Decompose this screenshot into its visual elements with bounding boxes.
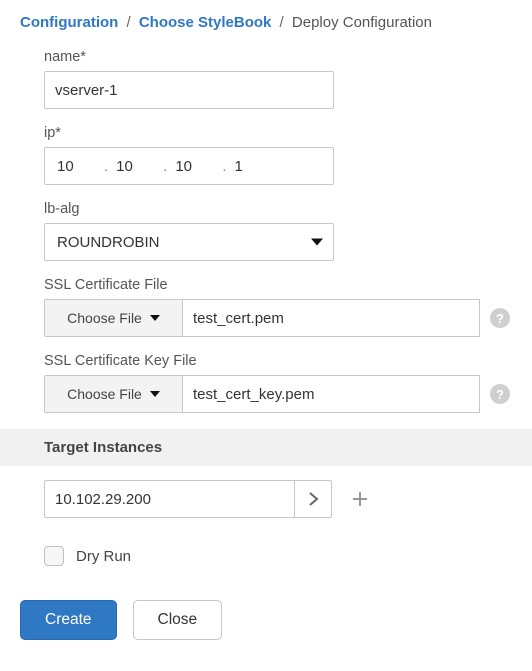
chevron-right-icon bbox=[308, 491, 319, 507]
target-instance-browse-button[interactable] bbox=[294, 480, 332, 518]
ip-label: ip* bbox=[44, 125, 512, 141]
lbalg-select[interactable]: ROUNDROBIN bbox=[44, 223, 334, 261]
target-instances-header: Target Instances bbox=[0, 429, 532, 466]
choose-file-label: Choose File bbox=[67, 310, 142, 326]
breadcrumb-choose-stylebook[interactable]: Choose StyleBook bbox=[139, 14, 272, 31]
name-input[interactable] bbox=[44, 71, 334, 109]
lbalg-value: ROUNDROBIN bbox=[57, 234, 160, 251]
lbalg-label: lb-alg bbox=[44, 201, 512, 217]
close-button[interactable]: Close bbox=[133, 600, 223, 640]
create-button[interactable]: Create bbox=[20, 600, 117, 640]
breadcrumb-separator: / bbox=[127, 14, 131, 31]
help-icon[interactable]: ? bbox=[490, 384, 510, 404]
sslcert-label: SSL Certificate File bbox=[44, 277, 512, 293]
sslcert-filename: test_cert.pem bbox=[182, 299, 480, 337]
dryrun-label: Dry Run bbox=[76, 548, 131, 565]
breadcrumb-separator: / bbox=[280, 14, 284, 31]
choose-file-label: Choose File bbox=[67, 386, 142, 402]
help-icon[interactable]: ? bbox=[490, 308, 510, 328]
chevron-down-icon bbox=[150, 315, 160, 321]
breadcrumb-configuration[interactable]: Configuration bbox=[20, 14, 118, 31]
plus-icon bbox=[350, 489, 370, 509]
sslcertkey-label: SSL Certificate Key File bbox=[44, 353, 512, 369]
target-instance-input[interactable] bbox=[44, 480, 294, 518]
ip-octet-2[interactable] bbox=[108, 152, 163, 181]
ip-octet-3[interactable] bbox=[167, 152, 222, 181]
name-label: name* bbox=[44, 49, 512, 65]
ip-octet-1[interactable] bbox=[49, 152, 104, 181]
chevron-down-icon bbox=[150, 391, 160, 397]
dryrun-checkbox[interactable] bbox=[44, 546, 64, 566]
sslcertkey-choose-file-button[interactable]: Choose File bbox=[44, 375, 182, 413]
add-target-instance-button[interactable] bbox=[348, 487, 372, 511]
ip-octet-4[interactable] bbox=[227, 152, 282, 181]
breadcrumb: Configuration / Choose StyleBook / Deplo… bbox=[20, 14, 512, 31]
chevron-down-icon bbox=[311, 239, 323, 246]
sslcertkey-filename: test_cert_key.pem bbox=[182, 375, 480, 413]
sslcert-choose-file-button[interactable]: Choose File bbox=[44, 299, 182, 337]
ip-input[interactable]: . . . bbox=[44, 147, 334, 185]
breadcrumb-current: Deploy Configuration bbox=[292, 14, 432, 31]
